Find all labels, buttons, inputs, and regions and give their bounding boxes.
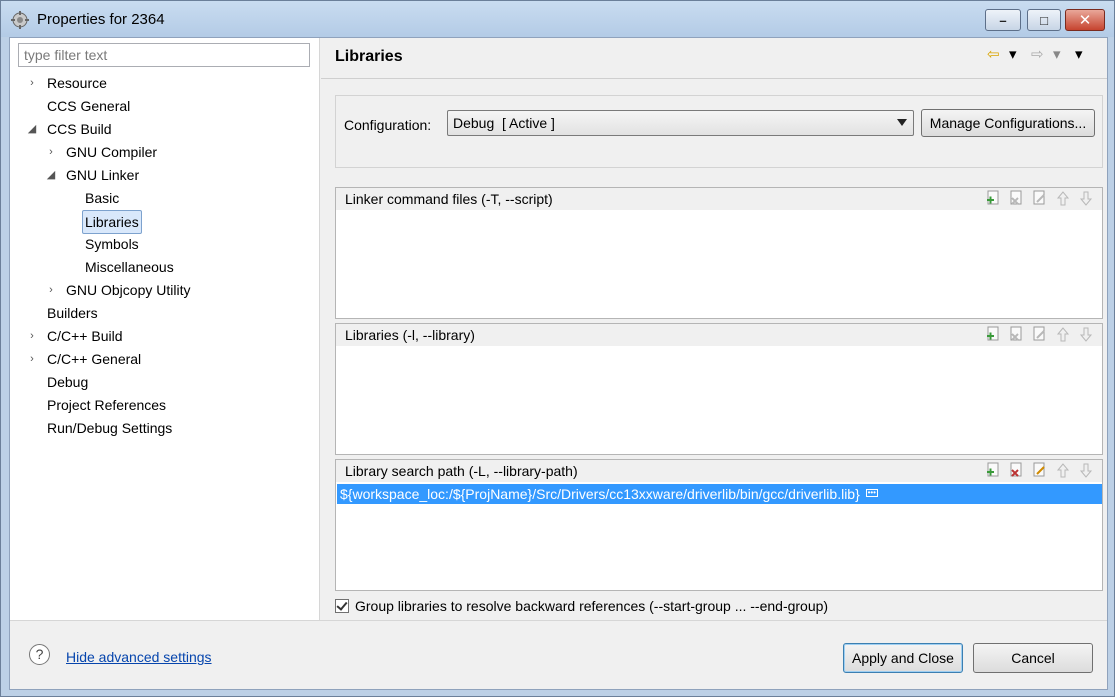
move-up-icon[interactable]	[1055, 326, 1071, 343]
maximize-icon: □	[1040, 12, 1048, 28]
list-panel: Library search path (-L, --library-path)…	[335, 459, 1103, 591]
list-toolbar	[986, 462, 1098, 480]
configuration-select[interactable]: Debug [ Active ]	[447, 110, 914, 136]
libraries-page: Libraries ⇦ ▾ ⇨ ▾ ▾ Configuration: Debug…	[321, 38, 1107, 620]
tree-item-label: Project References	[47, 397, 167, 413]
tree-item-label: CCS Build	[47, 121, 112, 137]
view-menu-icon[interactable]: ▾	[1075, 44, 1083, 66]
list-title: Linker command files (-T, --script)	[345, 191, 553, 207]
list-toolbar	[986, 190, 1098, 208]
tree-item-label: Debug	[47, 374, 89, 390]
group-libraries-option[interactable]: Group libraries to resolve backward refe…	[335, 597, 828, 615]
add-icon[interactable]	[986, 326, 1002, 343]
configuration-value: Debug [ Active ]	[453, 115, 555, 131]
list-header: Library search path (-L, --library-path)	[336, 460, 1102, 482]
list-header: Linker command files (-T, --script)	[336, 188, 1102, 210]
properties-window: Properties for 2364 – □ ✕ › Resource CCS G…	[0, 0, 1115, 697]
tree-item-label: C/C++ Build	[47, 328, 123, 344]
list-toolbar	[986, 326, 1098, 344]
dialog-client-area: › Resource CCS General ◢ CCS Build › GNU Compi…	[9, 37, 1108, 690]
tree-item-label: Builders	[47, 305, 98, 321]
group-libraries-checkbox[interactable]	[335, 599, 349, 613]
expand-arrow-icon[interactable]: ›	[26, 72, 38, 94]
edit-icon[interactable]	[1032, 326, 1048, 343]
more-options-icon[interactable]: •••	[865, 489, 878, 498]
chevron-down-icon	[897, 119, 907, 126]
tree-item-label: CCS General	[47, 98, 131, 114]
title-bar[interactable]: Properties for 2364 – □ ✕	[1, 1, 1114, 37]
filter-input[interactable]	[18, 43, 310, 67]
add-icon[interactable]	[986, 190, 1002, 207]
forward-history-dropdown-icon[interactable]: ▾	[1053, 44, 1061, 66]
expand-arrow-icon[interactable]: ›	[45, 141, 57, 163]
tree-item-label: GNU Linker	[66, 167, 140, 183]
expand-arrow-icon[interactable]: ›	[45, 279, 57, 301]
expand-arrow-icon[interactable]: ›	[26, 325, 38, 347]
minimize-button[interactable]: –	[985, 9, 1021, 31]
tree-item-label: Miscellaneous	[85, 259, 174, 275]
forward-arrow-icon[interactable]: ⇨	[1031, 44, 1044, 66]
list-title: Libraries (-l, --library)	[345, 327, 475, 343]
move-up-icon[interactable]	[1055, 190, 1071, 207]
list-panel: Libraries (-l, --library)	[335, 323, 1103, 455]
group-libraries-label: Group libraries to resolve backward refe…	[355, 598, 829, 614]
list-item-text: ${workspace_loc:/${ProjName}/Src/Drivers…	[340, 486, 860, 502]
apply-and-close-button[interactable]: Apply and Close	[843, 643, 963, 673]
delete-icon[interactable]	[1009, 326, 1025, 343]
add-icon[interactable]	[986, 462, 1002, 479]
list-panel: Linker command files (-T, --script)	[335, 187, 1103, 319]
list-title: Library search path (-L, --library-path)	[345, 463, 578, 479]
minimize-icon: –	[999, 12, 1007, 28]
delete-icon[interactable]	[1009, 190, 1025, 207]
move-up-icon[interactable]	[1055, 462, 1071, 479]
close-icon: ✕	[1078, 11, 1092, 29]
move-down-icon[interactable]	[1078, 326, 1094, 343]
collapse-arrow-icon[interactable]: ◢	[26, 118, 38, 140]
tree-item-label: GNU Compiler	[66, 144, 158, 160]
collapse-arrow-icon[interactable]: ◢	[45, 164, 57, 186]
hide-advanced-settings-link[interactable]: Hide advanced settings	[66, 649, 212, 665]
list-header: Libraries (-l, --library)	[336, 324, 1102, 346]
manage-configurations-button[interactable]: Manage Configurations...	[921, 109, 1095, 137]
configuration-label: Configuration:	[344, 117, 432, 133]
title-separator	[321, 78, 1107, 79]
close-button[interactable]: ✕	[1065, 9, 1105, 31]
edit-icon[interactable]	[1032, 462, 1048, 479]
tree-item-label: C/C++ General	[47, 351, 142, 367]
tree-item-label: Symbols	[85, 236, 139, 252]
back-history-dropdown-icon[interactable]: ▾	[1009, 44, 1017, 66]
tree-item-label: Basic	[85, 190, 120, 206]
page-title: Libraries	[335, 48, 403, 65]
maximize-button[interactable]: □	[1027, 9, 1061, 31]
page-navigation: ⇦ ▾ ⇨ ▾ ▾	[987, 44, 1102, 68]
category-pane: › Resource CCS General ◢ CCS Build › GNU Compi…	[10, 38, 320, 620]
dialog-footer: ? Hide advanced settings Apply and Close…	[10, 620, 1107, 689]
expand-arrow-icon[interactable]: ›	[26, 348, 38, 370]
properties-app-icon	[11, 11, 29, 29]
move-down-icon[interactable]	[1078, 190, 1094, 207]
cancel-button[interactable]: Cancel	[973, 643, 1093, 673]
window-title: Properties for 2364	[37, 11, 165, 28]
tree-item-label: Resource	[47, 75, 107, 91]
edit-icon[interactable]	[1032, 190, 1048, 207]
move-down-icon[interactable]	[1078, 462, 1094, 479]
back-arrow-icon[interactable]: ⇦	[987, 44, 1000, 66]
list-item[interactable]: ${workspace_loc:/${ProjName}/Src/Drivers…	[337, 484, 1102, 504]
tree-item-label: GNU Objcopy Utility	[66, 282, 191, 298]
tree-item-label: Run/Debug Settings	[47, 420, 173, 436]
tree-item-label: Libraries	[82, 210, 142, 234]
delete-icon[interactable]	[1009, 462, 1025, 479]
configuration-group: Configuration: Debug [ Active ] Manage C…	[335, 95, 1103, 168]
help-icon[interactable]: ?	[29, 644, 50, 665]
